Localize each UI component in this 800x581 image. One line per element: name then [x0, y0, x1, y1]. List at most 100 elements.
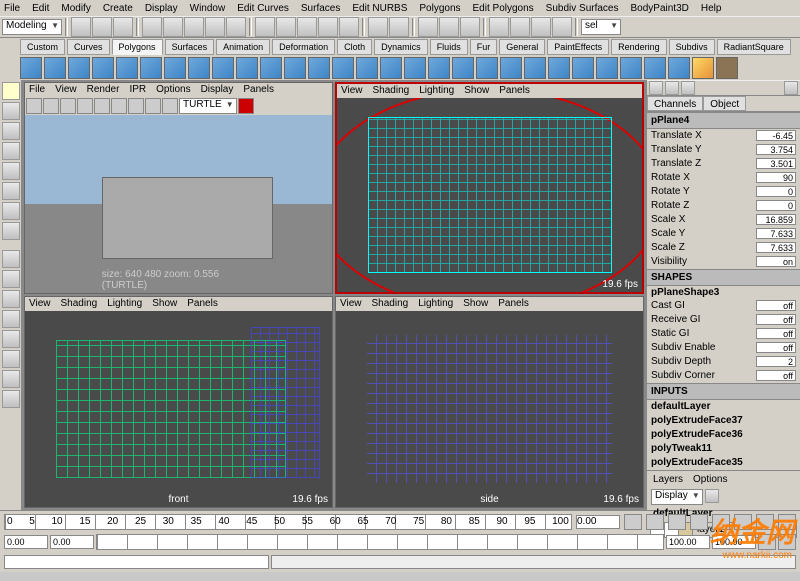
menu-file[interactable]: File — [4, 3, 20, 14]
sel-uv-icon[interactable] — [226, 17, 246, 37]
poly-sculpt-icon[interactable] — [572, 57, 594, 79]
history-icon[interactable] — [368, 17, 388, 37]
poly-separate-icon[interactable] — [380, 57, 402, 79]
play-back-icon[interactable] — [690, 514, 708, 530]
input-node[interactable]: defaultLayer — [647, 400, 800, 414]
hypershade-icon[interactable] — [552, 17, 572, 37]
attr-field[interactable] — [756, 158, 796, 169]
time-slider[interactable]: 0510152025303540455055606570758085909510… — [0, 510, 800, 532]
snap-live-icon[interactable] — [339, 17, 359, 37]
ch-layout-3-icon[interactable] — [681, 81, 695, 95]
timeline-ruler[interactable]: 0510152025303540455055606570758085909510… — [4, 514, 572, 530]
poly-bevel-icon[interactable] — [428, 57, 450, 79]
render-redo-icon[interactable] — [26, 98, 42, 114]
lasso-tool-icon[interactable] — [2, 102, 20, 120]
render-options-icon[interactable] — [162, 98, 178, 114]
attr-field[interactable] — [756, 144, 796, 155]
attr-field[interactable] — [756, 172, 796, 183]
attr-label[interactable]: Subdiv Enable — [651, 342, 716, 354]
outliner-icon[interactable] — [510, 17, 530, 37]
shelf-tab-deformation[interactable]: Deformation — [272, 39, 335, 55]
attr-label[interactable]: Rotate X — [651, 172, 690, 184]
ch-layout-1-icon[interactable] — [649, 81, 663, 95]
poly-cleanup-icon[interactable] — [668, 57, 690, 79]
mel-icon[interactable] — [692, 57, 714, 79]
attr-field[interactable] — [756, 328, 796, 339]
menu-surfaces[interactable]: Surfaces — [301, 3, 340, 14]
select-tool-icon[interactable] — [2, 82, 20, 100]
attr-label[interactable]: Visibility — [651, 256, 687, 268]
menu-help[interactable]: Help — [701, 3, 722, 14]
layout-hyper-icon[interactable] — [2, 330, 20, 348]
poly-torus-icon[interactable] — [140, 57, 162, 79]
tab-object[interactable]: Object — [703, 96, 746, 111]
layout-graph-icon[interactable] — [2, 350, 20, 368]
poly-pipe-icon[interactable] — [212, 57, 234, 79]
menu-create[interactable]: Create — [103, 3, 133, 14]
scale-tool-icon[interactable] — [2, 162, 20, 180]
render-remove-icon[interactable] — [145, 98, 161, 114]
poly-cube-icon[interactable] — [44, 57, 66, 79]
poly-plane-icon[interactable] — [116, 57, 138, 79]
attr-label[interactable]: Cast GI — [651, 300, 685, 312]
shelf-tab-subdivs[interactable]: Subdivs — [669, 39, 715, 55]
attr-field[interactable] — [756, 130, 796, 141]
attr-field[interactable] — [756, 356, 796, 367]
attr-field[interactable] — [756, 200, 796, 211]
save-scene-icon[interactable] — [113, 17, 133, 37]
sel-edge-icon[interactable] — [163, 17, 183, 37]
go-start-icon[interactable] — [624, 514, 642, 530]
poly-platonic-icon[interactable] — [284, 57, 306, 79]
attr-field[interactable] — [756, 256, 796, 267]
poly-reduce-icon[interactable] — [548, 57, 570, 79]
layout-four-icon[interactable] — [2, 270, 20, 288]
render-1to1-icon[interactable] — [111, 98, 127, 114]
shelf-tab-animation[interactable]: Animation — [216, 39, 270, 55]
attr-label[interactable]: Rotate Y — [651, 186, 690, 198]
attr-label[interactable]: Subdiv Depth — [651, 356, 711, 368]
sel-field[interactable]: sel — [581, 19, 621, 35]
ch-layout-2-icon[interactable] — [665, 81, 679, 95]
input-node[interactable]: polyExtrudeFace36 — [647, 428, 800, 442]
input-node[interactable]: polyExtrudeFace37 — [647, 414, 800, 428]
side-view-body[interactable]: side 19.6 fps — [336, 311, 643, 507]
menu-subdiv[interactable]: Subdiv Surfaces — [546, 3, 619, 14]
snap-grid-icon[interactable] — [255, 17, 275, 37]
layout-single-icon[interactable] — [2, 250, 20, 268]
anim-start-field[interactable] — [4, 535, 48, 549]
layout-icon[interactable] — [489, 17, 509, 37]
render-view-body[interactable]: size: 640 480 zoom: 0.556 (TURTLE) — [25, 115, 332, 293]
poly-cylinder-icon[interactable] — [68, 57, 90, 79]
layer-type-dropdown[interactable]: Display — [651, 489, 703, 505]
mode-dropdown[interactable]: Modeling — [2, 19, 62, 35]
snap-point-icon[interactable] — [297, 17, 317, 37]
shelf-tab-curves[interactable]: Curves — [67, 39, 110, 55]
shelf-tab-polygons[interactable]: Polygons — [112, 39, 163, 55]
layout-outliner-icon[interactable] — [2, 310, 20, 328]
menu-edit-curves[interactable]: Edit Curves — [237, 3, 289, 14]
ipr-badge-icon[interactable] — [238, 98, 254, 114]
move-tool-icon[interactable] — [2, 122, 20, 140]
script-icon[interactable] — [716, 57, 738, 79]
poly-create-icon[interactable] — [308, 57, 330, 79]
attr-label[interactable]: Receive GI — [651, 314, 700, 326]
snap-curve-icon[interactable] — [276, 17, 296, 37]
menu-edit-nurbs[interactable]: Edit NURBS — [352, 3, 407, 14]
shelf-tab-cloth[interactable]: Cloth — [337, 39, 372, 55]
poly-uv-icon[interactable] — [644, 57, 666, 79]
shelf-tab-general[interactable]: General — [499, 39, 545, 55]
poly-combine-icon[interactable] — [356, 57, 378, 79]
rotate-tool-icon[interactable] — [2, 142, 20, 160]
sel-vertex-icon[interactable] — [142, 17, 162, 37]
step-back-icon[interactable] — [646, 514, 664, 530]
render-keep-icon[interactable] — [128, 98, 144, 114]
menu-window[interactable]: Window — [190, 3, 226, 14]
range-start-field[interactable] — [50, 535, 94, 549]
sel-object-icon[interactable] — [205, 17, 225, 37]
poly-cone-icon[interactable] — [92, 57, 114, 79]
poly-soccer-icon[interactable] — [260, 57, 282, 79]
renderer-dropdown[interactable]: TURTLE — [179, 98, 237, 114]
poly-append-icon[interactable] — [332, 57, 354, 79]
shelf-tab-rendering[interactable]: Rendering — [611, 39, 667, 55]
attr-label[interactable]: Subdiv Corner — [651, 370, 715, 382]
